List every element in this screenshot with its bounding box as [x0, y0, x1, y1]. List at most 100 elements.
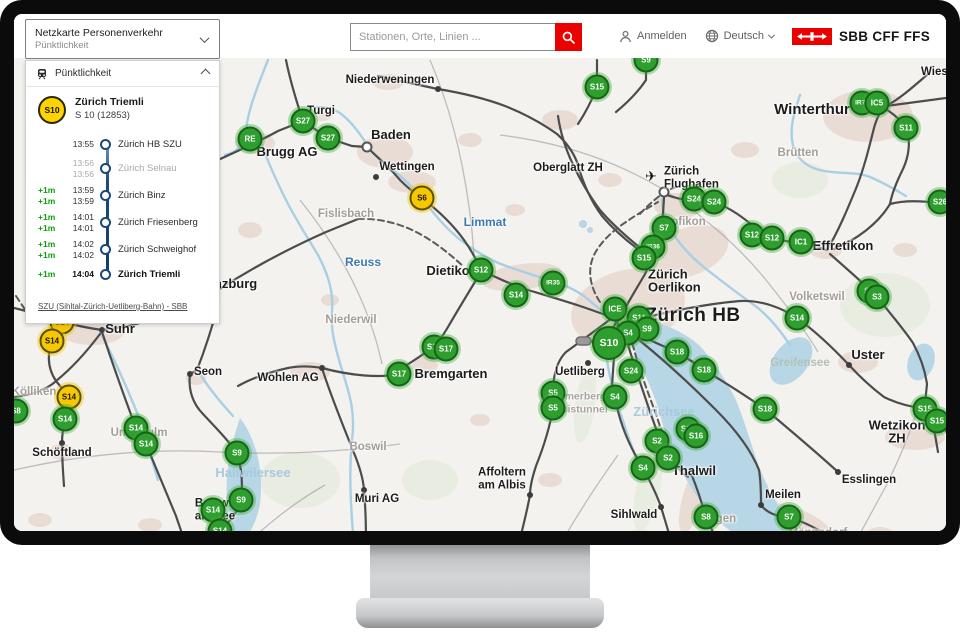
stop-node-icon — [100, 269, 111, 280]
time-column: 14:0214:02 — [62, 239, 94, 260]
line-badge-s15[interactable]: S15 — [632, 246, 657, 271]
line-badge-s10[interactable]: S10 — [592, 326, 626, 360]
sbb-logo[interactable]: SBB CFF FFS — [792, 28, 930, 45]
delay-value: +1m — [38, 250, 62, 261]
line-badge-s15[interactable]: S15 — [925, 409, 947, 434]
route-line-info: S 10 (12853) — [75, 109, 144, 122]
time-value: 14:01 — [62, 223, 94, 234]
operator-link[interactable]: SZU (Sihltal-Zürich-Uetliberg-Bahn) - SB… — [38, 302, 187, 311]
line-badge-ice[interactable]: ICE — [603, 297, 628, 322]
login-button[interactable]: Anmelden — [619, 30, 687, 43]
line-badge-label: S10 — [600, 337, 619, 349]
line-badge-ir35[interactable]: IR35 — [541, 271, 566, 296]
search-button[interactable] — [555, 23, 582, 51]
time-column: 14:0114:01 — [62, 212, 94, 233]
layer-dropdown-title: Netzkarte Personenverkehr — [35, 27, 201, 40]
line-badge-s14[interactable]: S14 — [57, 385, 82, 410]
panel-footer: SZU (Sihltal-Zürich-Uetliberg-Bahn) - SB… — [26, 286, 219, 323]
line-badge-label: RE — [244, 135, 255, 144]
line-badge-s7[interactable]: S7 — [777, 505, 802, 530]
delay-value: +1m — [38, 185, 62, 196]
stop-name: Zürich Binz — [118, 190, 166, 201]
line-badge-label: IC5 — [871, 99, 883, 108]
map-label: Sihlwald — [611, 509, 658, 522]
line-badge-label: S14 — [509, 291, 523, 300]
line-badge-s14[interactable]: S14 — [40, 329, 65, 354]
line-badge-label: S9 — [232, 449, 242, 458]
map-label: Bremgarten — [415, 368, 488, 381]
line-badge-label: S3 — [872, 293, 882, 302]
line-badge-label: S4 — [638, 464, 648, 473]
line-badge-label: S6 — [417, 194, 427, 203]
line-badge-label: S27 — [321, 134, 335, 143]
stop-node-icon — [100, 217, 111, 228]
line-badge-s17[interactable]: S17 — [434, 337, 459, 362]
line-badge-label: S27 — [296, 117, 310, 126]
line-badge-s11[interactable]: S11 — [894, 116, 919, 141]
map-label: Seon — [194, 366, 222, 379]
map-label: Hallwilersee — [215, 467, 290, 480]
line-badge-label: S7 — [784, 513, 794, 522]
line-badge-s6[interactable]: S6 — [410, 186, 435, 211]
line-badge-label: S5 — [548, 404, 558, 413]
line-badge-label: S24 — [624, 367, 638, 376]
route-line-badge: S10 — [38, 96, 66, 124]
line-badge-ic5[interactable]: IC5 — [865, 91, 890, 116]
line-badge-label: S16 — [689, 432, 703, 441]
line-badge-s12[interactable]: S12 — [760, 226, 785, 251]
line-badge-s16[interactable]: S16 — [684, 424, 709, 449]
time-column: 13:5913:59 — [62, 185, 94, 206]
search-input[interactable] — [350, 23, 555, 51]
time-column: 13:55 — [62, 139, 94, 150]
line-badge-s3[interactable]: S3 — [865, 285, 890, 310]
line-badge-s26[interactable]: S26 — [928, 190, 947, 215]
line-badge-s9[interactable]: S9 — [229, 488, 254, 513]
line-badge-s14[interactable]: S14 — [53, 407, 78, 432]
line-badge-s15[interactable]: S15 — [585, 75, 610, 100]
app-screen: NiederweningenTurgiBrugg AGBadenWettinge… — [14, 14, 946, 531]
delay-value: +1m — [38, 239, 62, 250]
line-badge-label: S12 — [765, 234, 779, 243]
line-badge-s18[interactable]: S18 — [692, 358, 717, 383]
line-badge-s14[interactable]: S14 — [504, 283, 529, 308]
map-label: Kölliken — [14, 386, 56, 399]
line-badge-s4[interactable]: S4 — [631, 456, 656, 481]
line-badge-label: S2 — [652, 437, 662, 446]
login-label: Anmelden — [637, 30, 687, 42]
line-badge-s9[interactable]: S9 — [225, 441, 250, 466]
map-label: Volketswil — [789, 291, 844, 304]
map-label: Limmat — [464, 216, 507, 229]
line-badge-re[interactable]: RE — [238, 127, 263, 152]
language-selector[interactable]: Deutsch — [705, 29, 774, 43]
globe-icon — [705, 29, 719, 43]
delay-value: +1m — [38, 269, 62, 280]
panel-header[interactable]: Pünktlichkeit — [26, 61, 219, 87]
line-badge-s4[interactable]: S4 — [603, 385, 628, 410]
line-badge-ic1[interactable]: IC1 — [789, 230, 814, 255]
line-badge-s18[interactable]: S18 — [665, 340, 690, 365]
line-badge-label: S14 — [45, 337, 59, 346]
time-value: 13:59 — [62, 196, 94, 207]
line-badge-label: S14 — [129, 424, 143, 433]
route-name: Zürich Triemli — [75, 96, 144, 109]
line-badge-s27[interactable]: S27 — [291, 109, 316, 134]
line-badge-s24[interactable]: S24 — [619, 359, 644, 384]
line-badge-s14[interactable]: S14 — [134, 432, 159, 457]
airplane-icon: ✈ — [645, 170, 657, 183]
line-badge-s8[interactable]: S8 — [694, 505, 719, 530]
map-label: Boswil — [349, 441, 386, 454]
line-badge-s27[interactable]: S27 — [316, 126, 341, 151]
map-label: Baden — [371, 129, 411, 142]
time-column: 13:5613:56 — [62, 158, 94, 179]
line-badge-s18[interactable]: S18 — [753, 397, 778, 422]
line-badge-s24[interactable]: S24 — [702, 190, 727, 215]
line-badge-s5[interactable]: S5 — [541, 396, 566, 421]
line-badge-label: S8 — [701, 513, 711, 522]
line-badge-s14[interactable]: S14 — [785, 306, 810, 331]
layer-dropdown[interactable]: Netzkarte Personenverkehr Pünktlichkeit — [25, 19, 220, 59]
line-badge-label: S14 — [58, 415, 72, 424]
line-badge-s2[interactable]: S2 — [656, 446, 681, 471]
chevron-up-icon — [201, 69, 211, 79]
line-badge-s12[interactable]: S12 — [469, 258, 494, 283]
line-badge-s17[interactable]: S17 — [387, 362, 412, 387]
